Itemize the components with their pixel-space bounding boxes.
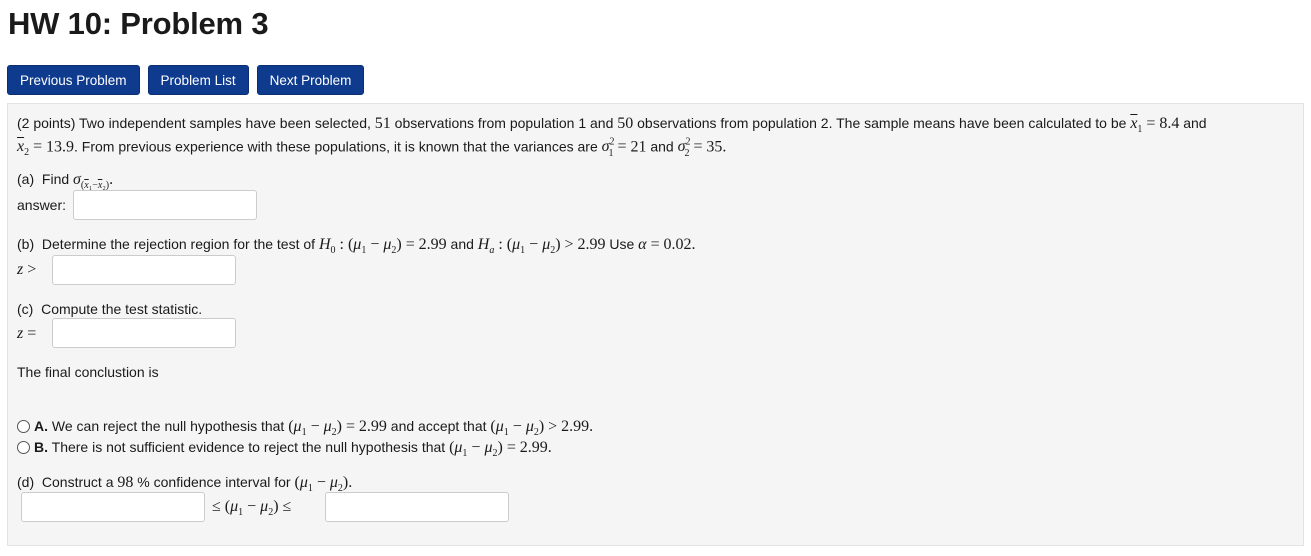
part-c-label: (c): [17, 301, 34, 317]
part-c-text: Compute the test statistic.: [41, 301, 203, 317]
xbar1-symbol: x1 =: [1130, 115, 1156, 136]
option-a-expr-1: (μ1 − μ2) =: [288, 418, 355, 439]
part-c-prompt: (c) Compute the test statistic.: [17, 299, 202, 319]
option-a-radio[interactable]: [17, 420, 30, 433]
interval-expression: ≤ (μ1 − μ2) ≤: [212, 498, 292, 519]
option-a-value-1: 2.99: [358, 418, 387, 435]
part-b-use: Use: [609, 236, 635, 252]
part-b-and: and: [450, 236, 474, 252]
previous-problem-button[interactable]: Previous Problem: [7, 65, 140, 95]
problem-panel: (2 points) Two independent samples have …: [7, 103, 1304, 546]
z-equals-label: z =: [17, 325, 37, 342]
var2-value: 35: [706, 138, 723, 156]
option-a-value-2: 2.99.: [561, 418, 594, 435]
page-title: HW 10: Problem 3: [8, 6, 269, 41]
and-text: and: [1183, 115, 1207, 131]
option-b-value-1: 2.99.: [519, 439, 552, 456]
problem-intro-line-2: x2 = 13.9. From previous experience with…: [17, 137, 727, 159]
h0-value: 2.99: [418, 236, 447, 253]
z-greater-label: z >: [17, 261, 37, 278]
ha-value: 2.99: [577, 236, 606, 253]
part-d-text-2: % confidence interval for: [137, 474, 291, 490]
part-d-lower-input[interactable]: [21, 492, 205, 522]
xbar2-value: 13.9: [46, 138, 75, 156]
var2-symbol: σ22 =: [677, 137, 703, 159]
part-a-text: Find: [41, 171, 70, 187]
points-label: (2 points): [17, 115, 76, 131]
option-b-letter: B.: [34, 439, 48, 455]
part-d-label: (d): [17, 474, 35, 490]
intro-text-4: . From previous experience with these po…: [74, 138, 598, 155]
xbar2-symbol: x2 =: [17, 138, 43, 159]
option-b-radio[interactable]: [17, 441, 30, 454]
option-b-text-1: There is not sufficient evidence to reje…: [51, 439, 446, 455]
option-b-expr-1: (μ1 − μ2) =: [449, 439, 516, 460]
option-b[interactable]: B. There is not sufficient evidence to r…: [17, 437, 552, 464]
h0-expression: H0 : (μ1 − μ2) =: [318, 236, 415, 257]
option-a-letter: A.: [34, 418, 48, 434]
part-d-text-1: Construct a: [41, 474, 114, 490]
conclusion-text: The final conclustion is: [17, 364, 159, 380]
part-b-answer-input[interactable]: [52, 255, 236, 285]
alpha-symbol: α =: [638, 236, 660, 253]
part-d-upper-input[interactable]: [325, 492, 509, 522]
answer-label: answer:: [17, 197, 67, 213]
option-a-expr-2: (μ1 − μ2) >: [490, 418, 558, 439]
option-a-text-2: and accept that: [390, 418, 487, 434]
xbar1-value: 8.4: [1159, 115, 1180, 132]
part-d-expr: (μ1 − μ2).: [294, 474, 353, 495]
intro-text-2: observations from population 1 and: [394, 115, 614, 131]
part-a-answer-input[interactable]: [73, 190, 257, 220]
part-b-label: (b): [17, 236, 35, 252]
confidence-value: 98: [117, 474, 134, 491]
problem-navigation: Previous Problem Problem List Next Probl…: [7, 65, 365, 95]
ha-expression: Ha : (μ1 − μ2) >: [477, 236, 574, 257]
n2-value: 50: [617, 115, 634, 132]
var1-symbol: σ21 =: [601, 137, 627, 159]
sigma-diff-symbol: σ(x₁−x₂).: [73, 171, 114, 192]
part-a-label: (a): [17, 171, 35, 187]
intro-text-3: observations from population 2. The samp…: [637, 115, 1127, 131]
part-c-answer-input[interactable]: [52, 318, 236, 348]
and-text-2: and: [650, 138, 674, 155]
var1-value: 21: [630, 138, 647, 156]
n1-value: 51: [374, 115, 391, 132]
option-a-text-1: We can reject the null hypothesis that: [51, 418, 285, 434]
problem-list-button[interactable]: Problem List: [147, 65, 249, 95]
alpha-value: 0.02: [663, 236, 692, 253]
part-b-text: Determine the rejection region for the t…: [41, 236, 316, 252]
next-problem-button[interactable]: Next Problem: [256, 65, 365, 95]
intro-text-1: Two independent samples have been select…: [79, 115, 371, 131]
